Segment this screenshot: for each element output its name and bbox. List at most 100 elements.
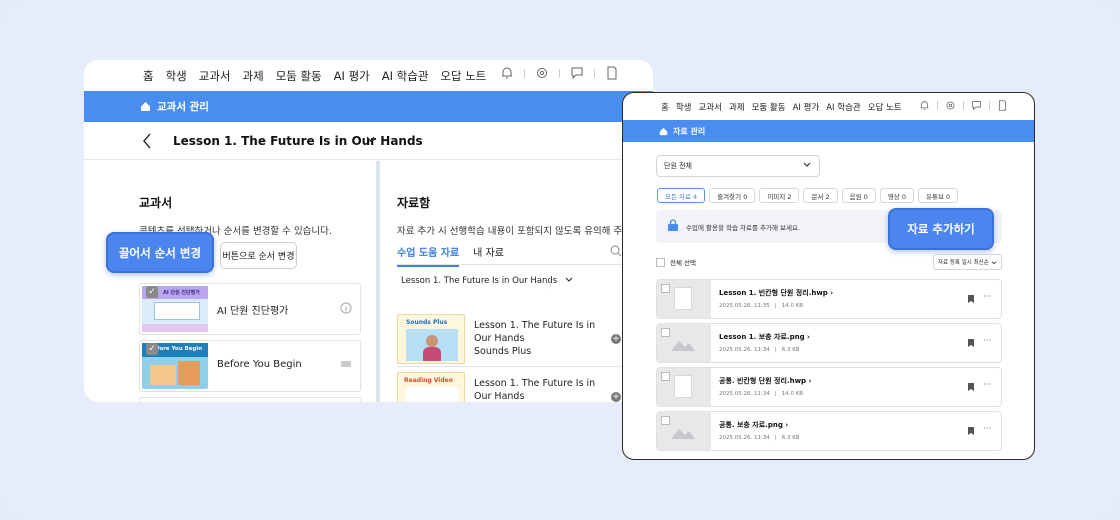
bell-icon[interactable] <box>500 66 514 80</box>
filter-video[interactable]: 영상 0 <box>879 188 914 203</box>
file-name: 공통. 보충 자료.png › <box>719 421 789 429</box>
image-icon <box>671 429 695 439</box>
filter-all[interactable]: 모든 자료 4 <box>657 188 706 203</box>
nav-item-home[interactable]: 홈 <box>661 101 669 113</box>
unit-select[interactable]: 단원 전체 <box>656 155 820 177</box>
content-card[interactable]: AI 단원 진단평가 ✓ AI 단원 진단평가 <box>139 283 361 335</box>
file-size: 14.0 KB <box>781 303 804 309</box>
filter-youtube[interactable]: 유튜브 0 <box>918 188 959 203</box>
file-row[interactable]: 공통. 보충 자료.png › 2025.05.26. 11:34 | 6.3 KB… <box>656 411 1002 451</box>
more-icon[interactable]: ··· <box>983 336 991 345</box>
nav-item-group[interactable]: 모둠 활동 <box>752 101 786 113</box>
document-icon[interactable] <box>997 100 1008 111</box>
nav-item-ai-learning[interactable]: AI 학습관 <box>382 68 429 84</box>
chevron-down-icon[interactable] <box>366 136 375 143</box>
file-name: Lesson 1. 빈칸형 단원 정리.hwp › <box>719 289 834 297</box>
file-checkbox[interactable] <box>661 416 670 425</box>
drag-reorder-pill[interactable]: 끌어서 순서 변경 <box>106 232 214 273</box>
card-checkbox[interactable]: ✓ <box>146 286 158 298</box>
file-checkbox[interactable] <box>661 284 670 293</box>
add-material-pill[interactable]: 자료 추가하기 <box>888 208 994 250</box>
materials-title: 자료함 <box>397 196 431 210</box>
gear-icon[interactable] <box>945 100 956 111</box>
file-name-text: 공통. 빈칸형 단원 정리.hwp <box>719 377 807 385</box>
lesson-title[interactable]: Lesson 1. The Future Is in Our Hands <box>173 134 423 148</box>
lesson-select[interactable]: Lesson 1. The Future Is in Our Hands <box>401 276 573 286</box>
bookmark-icon[interactable] <box>967 338 975 348</box>
more-icon[interactable]: ··· <box>983 292 991 301</box>
sort-select-value: 자료 등록 일시 최신순 <box>938 260 989 266</box>
filter-images[interactable]: 이미지 2 <box>759 188 800 203</box>
drag-handle-icon[interactable] <box>340 359 352 369</box>
chevron-left-icon[interactable] <box>142 133 152 149</box>
nav-separator <box>559 68 560 78</box>
nav-menu: 홈 학생 교과서 과제 모둠 활동 AI 평가 AI 학습관 오답 노트 <box>661 101 902 113</box>
breadcrumb-label: 자료 관리 <box>673 126 706 136</box>
file-row[interactable]: 공통. 빈칸형 단원 정리.hwp › 2025.05.26. 11:34 | 14… <box>656 367 1002 407</box>
file-meta: 2025.05.26. 11:34 | 14.0 KB <box>719 391 804 397</box>
thumbnail-label: Sounds Plus <box>406 319 448 326</box>
nav-item-ai-learning[interactable]: AI 학습관 <box>826 101 860 113</box>
document-icon[interactable] <box>605 66 619 80</box>
file-meta: 2025.05.26. 11:35 | 14.0 KB <box>719 303 804 309</box>
filter-documents[interactable]: 문서 2 <box>803 188 838 203</box>
materials-description: 자료 추가 시 선행학습 내용이 포함되지 않도록 유의해 주세요. <box>397 226 643 237</box>
textbook-title: 교과서 <box>139 196 173 210</box>
bookmark-icon[interactable] <box>967 294 975 304</box>
card-checkbox[interactable]: ✓ <box>146 343 158 355</box>
nav-item-textbook[interactable]: 교과서 <box>698 101 721 113</box>
select-all[interactable]: 전체 선택 <box>656 257 696 267</box>
file-date: 2025.05.26. 11:35 <box>719 303 770 309</box>
content-card[interactable] <box>139 397 361 402</box>
nav-item-textbook[interactable]: 교과서 <box>199 68 231 84</box>
nav-item-assignments[interactable]: 과제 <box>729 101 745 113</box>
nav-item-ai-eval[interactable]: AI 평가 <box>793 101 820 113</box>
gear-icon[interactable] <box>535 66 549 80</box>
file-checkbox[interactable] <box>661 328 670 337</box>
file-name-text: Lesson 1. 보충 자료.png <box>719 333 805 341</box>
nav-item-assignments[interactable]: 과제 <box>243 68 264 84</box>
add-material-button[interactable]: + <box>611 392 621 402</box>
materials-window: 홈 학생 교과서 과제 모둠 활동 AI 평가 AI 학습관 오답 노트 자료 … <box>622 92 1035 460</box>
material-thumbnail: Sounds Plus <box>397 314 465 364</box>
nav-item-students[interactable]: 학생 <box>676 101 692 113</box>
material-title: Lesson 1. The Future Is in Our Hands Sou… <box>474 319 604 358</box>
file-date: 2025.05.26. 11:34 <box>719 347 770 353</box>
bookmark-icon[interactable] <box>967 382 975 392</box>
nav-item-group[interactable]: 모둠 활동 <box>276 68 322 84</box>
bookmark-icon[interactable] <box>967 426 975 436</box>
material-title: Lesson 1. The Future Is in Our Hands <box>474 377 604 402</box>
home-icon[interactable] <box>659 127 668 136</box>
chat-icon[interactable] <box>971 100 982 111</box>
chat-icon[interactable] <box>570 66 584 80</box>
filter-audio[interactable]: 음원 0 <box>841 188 876 203</box>
nav-item-students[interactable]: 학생 <box>166 68 187 84</box>
file-row[interactable]: Lesson 1. 빈칸형 단원 정리.hwp › 2025.05.26. 11… <box>656 279 1002 319</box>
nav-menu: 홈 학생 교과서 과제 모둠 활동 AI 평가 AI 학습관 오답 노트 <box>143 68 486 84</box>
info-icon[interactable] <box>340 302 352 314</box>
nav-item-ai-eval[interactable]: AI 평가 <box>334 68 370 84</box>
file-checkbox[interactable] <box>661 372 670 381</box>
more-icon[interactable]: ··· <box>983 380 991 389</box>
file-row[interactable]: Lesson 1. 보충 자료.png › 2025.05.26. 11:34 |… <box>656 323 1002 363</box>
select-all-checkbox[interactable] <box>656 257 665 267</box>
sort-select[interactable]: 자료 등록 일시 최신순 <box>933 254 1002 270</box>
material-card[interactable]: Reading Video Lesson 1. The Future Is in… <box>397 372 627 402</box>
content-card[interactable]: Before You Begin ✓ Before You Begin <box>139 340 361 392</box>
filter-favorites[interactable]: 즐겨찾기 0 <box>709 188 756 203</box>
material-card[interactable]: Sounds Plus Lesson 1. The Future Is in O… <box>397 314 627 367</box>
nav-item-wrong-notes[interactable]: 오답 노트 <box>868 101 902 113</box>
search-icon[interactable] <box>610 245 622 257</box>
home-icon[interactable] <box>140 101 151 112</box>
file-name-text: Lesson 1. 빈칸형 단원 정리.hwp <box>719 289 828 297</box>
nav-item-home[interactable]: 홈 <box>143 68 154 84</box>
more-icon[interactable]: ··· <box>983 424 991 433</box>
select-separator <box>550 277 551 289</box>
bell-icon[interactable] <box>919 100 930 111</box>
unit-select-value: 단원 전체 <box>664 162 692 170</box>
breadcrumb-label: 교과서 관리 <box>157 101 209 113</box>
reorder-by-button[interactable]: 버튼으로 순서 변경 <box>220 242 297 269</box>
top-nav: 홈 학생 교과서 과제 모둠 활동 AI 평가 AI 학습관 오답 노트 <box>623 93 1034 120</box>
nav-item-wrong-notes[interactable]: 오답 노트 <box>440 68 486 84</box>
add-material-button[interactable]: + <box>611 334 621 344</box>
